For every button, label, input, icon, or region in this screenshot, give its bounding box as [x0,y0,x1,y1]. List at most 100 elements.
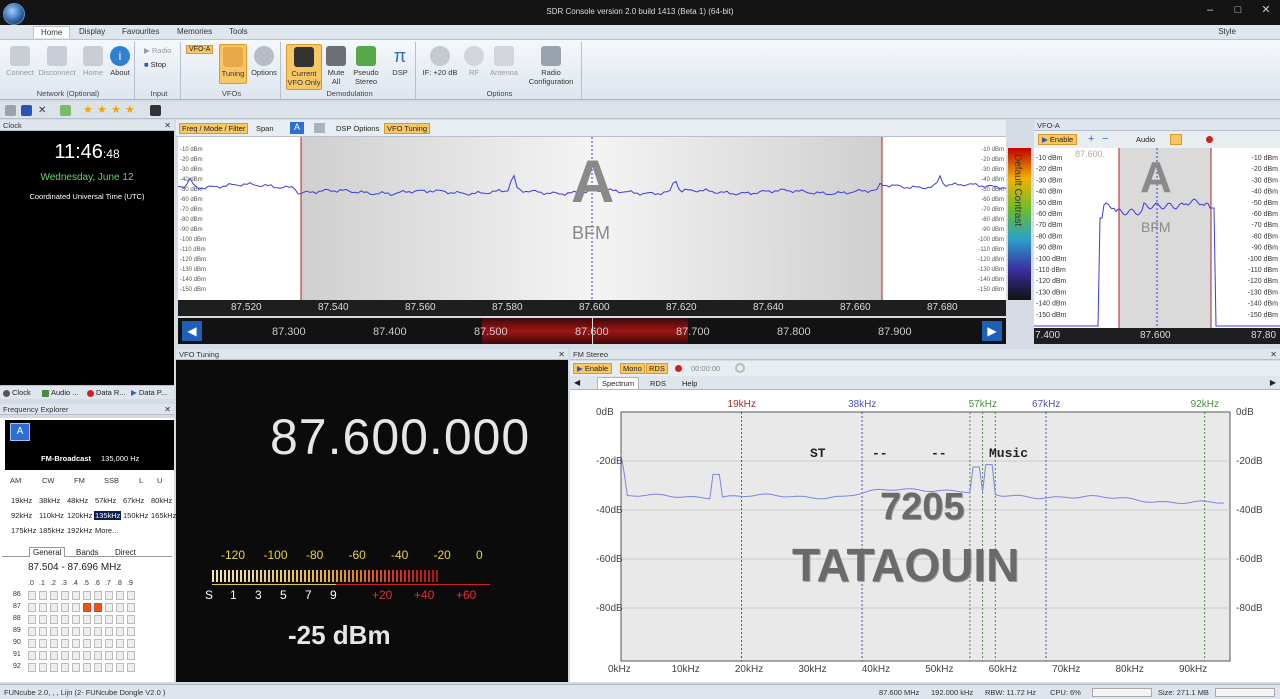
grid-cell[interactable] [105,639,113,648]
grid-cell[interactable] [61,615,69,624]
grid-cell[interactable] [61,603,69,612]
grid-cell[interactable] [39,627,47,636]
tab-favourites[interactable]: Favourites [122,27,159,36]
mode-am[interactable]: AM [10,476,21,485]
frequency-scale-wide[interactable]: ◀ 87.300 87.400 87.500 87.600 87.700 87.800 87… [178,318,1006,344]
grid-cell[interactable] [83,591,91,600]
tab-display[interactable]: Display [79,27,105,36]
mode-l[interactable]: L [139,476,143,485]
tuning-button[interactable]: Tuning [219,44,247,84]
grid-cell[interactable] [94,663,102,672]
tab-home[interactable]: Home [33,26,71,38]
grid-cell[interactable] [83,627,91,636]
grid-cell[interactable] [50,603,58,612]
dsp-options-button[interactable]: DSP Options [336,124,379,133]
antenna-button[interactable]: Antenna [488,44,520,77]
bandwidth-option[interactable]: More... [94,526,119,535]
grid-cell[interactable] [28,627,36,636]
fe-entry[interactable]: A FM-Broadcast 135,000 Hz [5,420,174,470]
record-icon[interactable] [1206,136,1213,143]
grid-cell[interactable] [127,603,135,612]
grid-cell[interactable] [72,663,80,672]
connect-button[interactable]: Connect [5,44,35,77]
tab-scroll-left-icon[interactable]: ◀ [574,378,580,387]
grid-cell[interactable] [50,615,58,624]
contrast-bar[interactable]: Default Contrast [1008,148,1031,300]
star-icon[interactable]: ★ [83,105,94,116]
mute-icon[interactable] [1170,134,1182,145]
maximize-button[interactable]: □ [1224,0,1252,20]
grid-cell[interactable] [39,615,47,624]
stop-icon[interactable] [21,105,32,116]
grid-cell[interactable] [72,651,80,660]
grid-cell[interactable] [105,591,113,600]
grid-cell[interactable] [50,663,58,672]
fm-spectrum[interactable]: 0dB 0dB -20dB -20dB -40dB -40dB -60dB -60dB -80d… [570,390,1280,682]
mode-ssb[interactable]: SSB [104,476,119,485]
grid-cell[interactable] [28,663,36,672]
grid-cell[interactable] [116,627,124,636]
grid-cell[interactable] [28,603,36,612]
radio-button[interactable]: ▶ Radio [144,46,171,55]
bandwidth-option[interactable]: 67kHz [122,496,145,505]
mode-cw[interactable]: CW [42,476,55,485]
print-icon[interactable] [314,123,325,133]
tab-help[interactable]: Help [682,379,697,388]
grid-cell[interactable] [61,591,69,600]
camera-icon[interactable] [150,105,161,116]
bandwidth-option[interactable]: 80kHz [150,496,173,505]
grid-cell[interactable] [61,639,69,648]
bandwidth-option[interactable]: 150kHz [122,511,149,520]
grid-cell[interactable] [105,627,113,636]
zoom-out-icon[interactable]: − [1102,133,1108,145]
grid-cell[interactable] [94,651,102,660]
grid-cell[interactable] [94,639,102,648]
grid-cell[interactable] [72,591,80,600]
grid-cell[interactable] [61,663,69,672]
grid-cell[interactable] [127,615,135,624]
rf-button[interactable]: RF [462,44,486,77]
mute-all-button[interactable]: Mute All [324,44,348,86]
tab-general[interactable]: General [29,547,66,557]
grid-cell[interactable] [50,639,58,648]
grid-cell[interactable] [28,615,36,624]
bandwidth-option[interactable]: 48kHz [66,496,89,505]
close-button[interactable]: ✕ [1252,0,1280,20]
frequency-scale-zoom[interactable]: 87.520 87.540 87.560 87.580 87.600 87.620 87.6… [178,300,1006,316]
rds-button[interactable]: RDS [646,363,668,374]
grid-cell[interactable] [127,651,135,660]
tab-memories[interactable]: Memories [177,27,212,36]
tab-tools[interactable]: Tools [229,27,248,36]
bandwidth-option[interactable]: 192kHz [66,526,93,535]
scroll-left-icon[interactable]: ◀ [182,321,202,341]
grid-cell[interactable] [116,615,124,624]
grid-cell[interactable] [50,651,58,660]
grid-cell[interactable] [39,603,47,612]
grid-cell[interactable] [83,615,91,624]
star-icon[interactable]: ★ [111,105,122,116]
grid-cell[interactable] [39,651,47,660]
grid-cell[interactable] [94,591,102,600]
tab-direct[interactable]: Direct [115,548,136,557]
grid-cell[interactable] [116,663,124,672]
minimize-button[interactable]: – [1196,0,1224,20]
radio-configuration-button[interactable]: Radio Configuration [523,44,579,86]
grid-cell[interactable] [83,603,91,612]
home-button[interactable]: Home [80,44,106,77]
bandwidth-option[interactable]: 185kHz [38,526,65,535]
bandwidth-option[interactable]: 165kHz [150,511,177,520]
grid-cell[interactable] [50,627,58,636]
vfo-a-tag[interactable]: VFO-A [186,45,214,54]
grid-cell[interactable] [72,615,80,624]
grid-cell[interactable] [28,591,36,600]
grid-cell[interactable] [83,663,91,672]
tab-spectrum[interactable]: Spectrum [597,377,640,389]
style-menu[interactable]: Style [1218,27,1236,36]
close-icon[interactable]: ✕ [1270,349,1277,360]
bandwidth-option[interactable]: 38kHz [38,496,61,505]
bandwidth-option[interactable]: 120kHz [66,511,93,520]
tab-data-recorder[interactable]: Data R... [87,388,126,397]
bandwidth-option[interactable]: 92kHz [10,511,33,520]
dsp-button[interactable]: π DSP [388,44,412,77]
grid-cell[interactable] [39,663,47,672]
